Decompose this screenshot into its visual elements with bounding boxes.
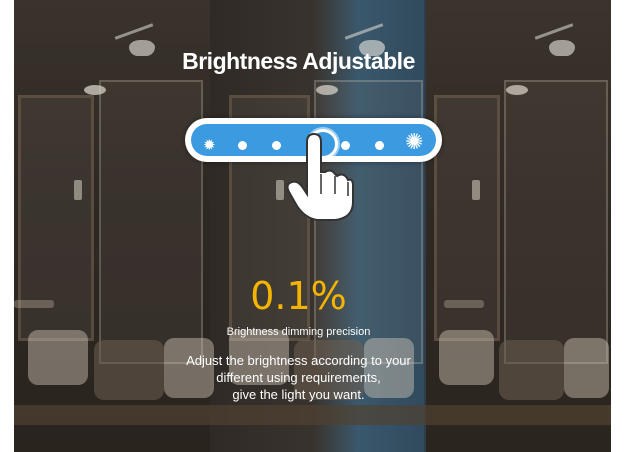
description: Adjust the brightness according to your … [0, 352, 611, 403]
slider-step-5[interactable] [375, 141, 384, 150]
slider-step-1[interactable] [238, 141, 247, 150]
intercom [472, 180, 480, 200]
slider-step-2[interactable] [272, 141, 281, 150]
description-line-3: give the light you want. [232, 387, 365, 402]
description-line-2: different using requirements, [216, 370, 381, 385]
bench [14, 405, 210, 425]
sun-large-icon[interactable]: ✺ [405, 131, 423, 153]
page-title: Brightness Adjustable [182, 48, 415, 74]
intercom [74, 180, 82, 200]
description-line-1: Adjust the brightness according to your [186, 353, 411, 368]
door [99, 80, 203, 364]
bench [426, 405, 611, 425]
sun-small-icon[interactable]: ✹ [203, 137, 216, 155]
precision-label: Brightness dimming precision [226, 326, 371, 338]
bench [210, 405, 426, 425]
precision-value: 0.1% [250, 274, 347, 318]
door [504, 80, 608, 364]
pointing-hand-icon [286, 132, 354, 221]
intercom [276, 180, 284, 200]
